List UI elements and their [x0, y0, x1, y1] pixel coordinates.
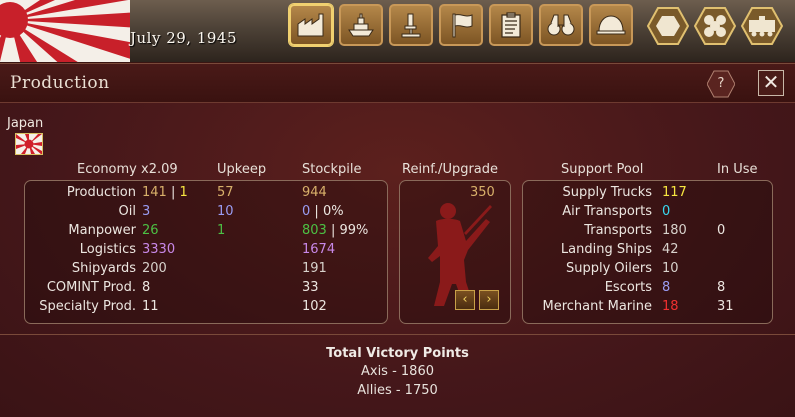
support-pool-value: 10: [662, 261, 679, 276]
binoculars-icon: [546, 12, 576, 38]
army-button[interactable]: [589, 4, 633, 46]
support-pool-value: 8: [662, 280, 671, 295]
support-label: Transports: [584, 223, 652, 238]
support-label: Supply Trucks: [562, 185, 653, 200]
close-button[interactable]: ✕: [758, 70, 784, 96]
support-pool-header: Support Pool: [561, 162, 644, 177]
helmet-icon: [596, 12, 626, 38]
hex-cluster-button[interactable]: [693, 6, 737, 46]
nation-flag: [15, 133, 43, 155]
nation-name: Japan: [7, 116, 44, 131]
help-label: ?: [717, 76, 725, 91]
production-value-2: 1: [179, 185, 188, 200]
support-label: Merchant Marine: [542, 299, 652, 314]
economy-value: 3330: [142, 242, 176, 257]
economy-stockpile: 33: [302, 280, 319, 295]
support-pool-value: 180: [662, 223, 687, 238]
top-bar: July 29, 1945: [0, 0, 795, 62]
economy-label: Specialty Prod.: [39, 299, 136, 314]
economy-value: 11: [142, 299, 159, 314]
research-button[interactable]: [389, 4, 433, 46]
economy-upkeep: 57: [217, 185, 234, 200]
close-icon: ✕: [762, 70, 780, 94]
victory-points-title: Total Victory Points: [326, 346, 469, 361]
support-pool-value: 117: [662, 185, 687, 200]
economy-stockpile: 944: [302, 185, 327, 200]
economy-label: Production: [66, 185, 136, 200]
economy-label: Shipyards: [71, 261, 136, 276]
stockpile-percent: 0%: [322, 204, 344, 219]
flag-icon: [446, 12, 476, 38]
production-button[interactable]: [289, 4, 333, 46]
intelligence-button[interactable]: [539, 4, 583, 46]
economy-stockpile: 191: [302, 261, 327, 276]
hex-cluster-icon: [693, 7, 737, 50]
upkeep-header: Upkeep: [217, 162, 267, 177]
economy-value: 26: [142, 223, 159, 238]
economy-upkeep: 1: [217, 223, 226, 238]
ship-icon: [346, 12, 376, 38]
economy-upkeep: 10: [217, 204, 234, 219]
support-label: Supply Oilers: [565, 261, 652, 276]
axis-victory-points: Axis - 1860: [360, 364, 434, 379]
economy-label: Manpower: [68, 223, 136, 238]
reinforcement-box: 350 ‹ ›: [399, 180, 511, 324]
separator: |: [166, 185, 180, 200]
rail-button[interactable]: [740, 6, 784, 46]
support-in-use-value: 31: [717, 299, 734, 314]
in-use-header: In Use: [717, 162, 758, 177]
orders-button[interactable]: [489, 4, 533, 46]
stockpile-header: Stockpile: [302, 162, 362, 177]
stockpile-value: 803: [302, 223, 327, 238]
hex-single-icon: [646, 7, 690, 50]
support-pool-value: 0: [662, 204, 671, 219]
allies-victory-points: Allies - 1750: [357, 383, 438, 398]
chevron-left-icon: ‹: [462, 292, 468, 307]
support-pool-value: 18: [662, 299, 679, 314]
economy-stockpile: 1674: [302, 242, 336, 257]
economy-header: Economy x2.09: [77, 162, 178, 177]
clipboard-icon: [496, 12, 526, 38]
train-icon: [740, 7, 784, 50]
rising-sun-flag: [0, 0, 130, 62]
support-in-use-value: 8: [717, 280, 726, 295]
economy-value: 200: [142, 261, 167, 276]
economy-value: 8: [142, 280, 151, 295]
separator: |: [326, 223, 340, 238]
panel-title: Production: [10, 73, 110, 93]
diplomacy-button[interactable]: [439, 4, 483, 46]
microscope-icon: [396, 12, 426, 38]
economy-stockpile: 102: [302, 299, 327, 314]
panel-divider: [0, 334, 795, 335]
hex-view-button[interactable]: [646, 6, 690, 46]
factory-icon: [296, 12, 326, 38]
production-panel: Production ? ✕ Japan Economy x2.09 Upkee…: [0, 63, 795, 417]
economy-label: COMINT Prod.: [46, 280, 136, 295]
chevron-right-icon: ›: [486, 292, 492, 307]
naval-button[interactable]: [339, 4, 383, 46]
production-value: 141: [142, 185, 167, 200]
support-label: Escorts: [604, 280, 652, 295]
economy-label: Logistics: [79, 242, 136, 257]
separator: |: [310, 204, 323, 219]
reinforcement-header: Reinf./Upgrade: [402, 162, 499, 177]
economy-label: Oil: [118, 204, 136, 219]
economy-value: 3: [142, 204, 151, 219]
panel-title-bar: Production ? ✕: [0, 64, 795, 103]
next-unit-button[interactable]: ›: [479, 290, 499, 310]
help-button[interactable]: ?: [707, 70, 735, 98]
support-label: Air Transports: [562, 204, 652, 219]
economy-stockpile: 0 | 0%: [302, 204, 344, 219]
game-date: July 29, 1945: [130, 29, 238, 47]
support-in-use-value: 0: [717, 223, 726, 238]
economy-stockpile: 803 | 99%: [302, 223, 368, 238]
stockpile-percent: 99%: [339, 223, 369, 238]
previous-unit-button[interactable]: ‹: [455, 290, 475, 310]
support-pool-value: 42: [662, 242, 679, 257]
economy-value: 141 | 1: [142, 185, 188, 200]
support-label: Landing Ships: [560, 242, 652, 257]
